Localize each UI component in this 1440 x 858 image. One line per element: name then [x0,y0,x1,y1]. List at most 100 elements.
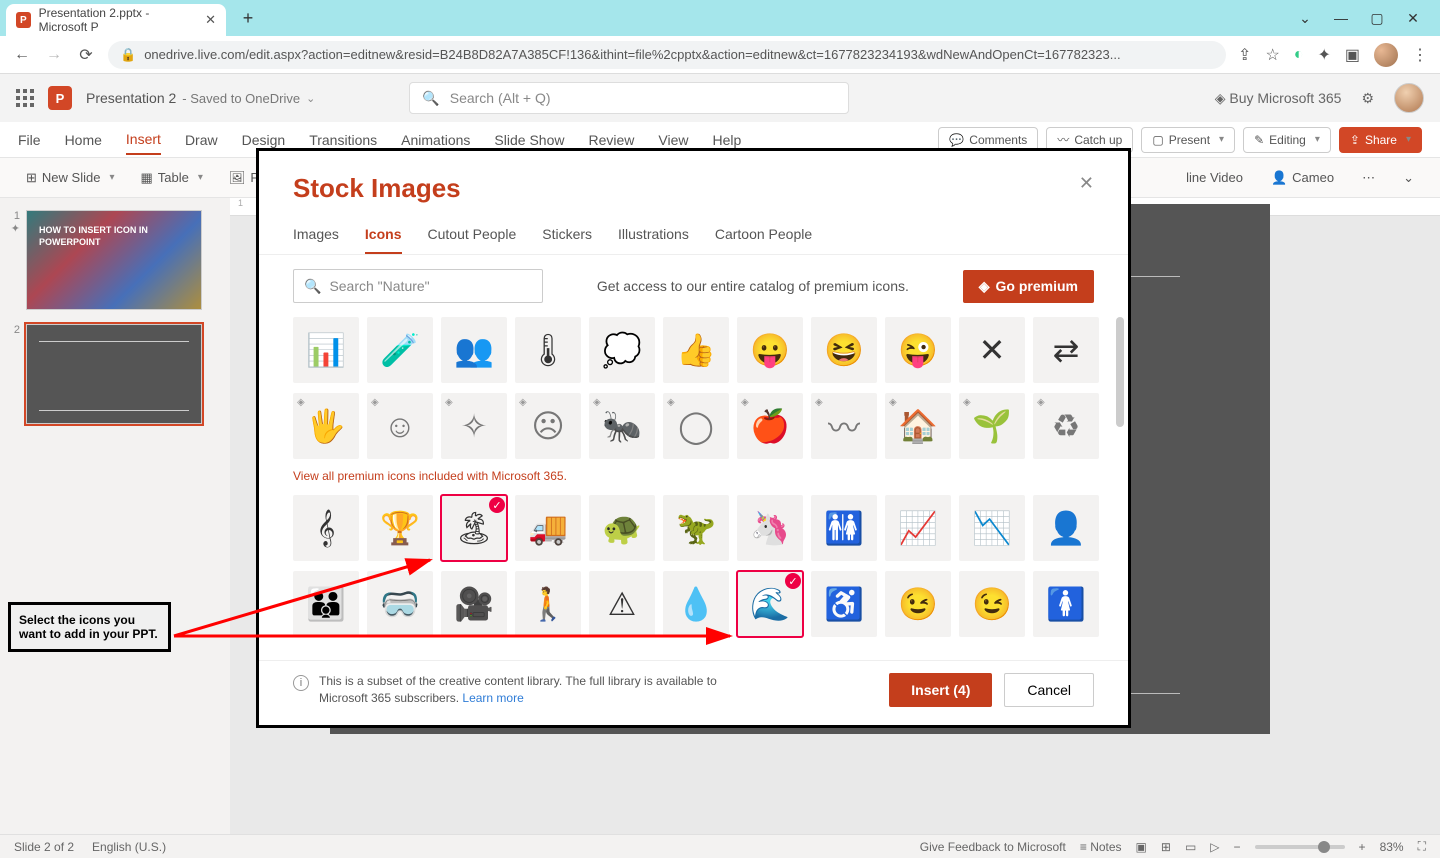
cancel-button[interactable]: Cancel [1004,673,1094,707]
extension-icon[interactable]: ◐ [1294,46,1304,64]
tab-insert[interactable]: Insert [126,125,161,155]
cameo-button[interactable]: 👤 Cameo [1263,166,1342,190]
icon-tile-audience[interactable]: 👥 [441,317,507,383]
more-options-icon[interactable]: ⋯ [1354,166,1383,190]
icon-tile-people-access[interactable]: 🚻 [811,495,877,561]
icon-tile-thumbs-up[interactable]: 👍 [663,317,729,383]
icon-tile-wink-solid[interactable]: 😉 [885,571,951,637]
tab-home[interactable]: Home [65,126,102,154]
icon-tile-dinosaur[interactable]: 🦖 [663,495,729,561]
zoom-out-icon[interactable]: − [1234,840,1241,854]
table-button[interactable]: ▦ Table [132,166,210,190]
online-video-button[interactable]: line Video [1178,166,1251,189]
icon-tile-bug[interactable]: 🐜 [589,393,655,459]
icon-tile-aperture[interactable]: ◯ [663,393,729,459]
present-button[interactable]: ▢ Present [1141,127,1235,153]
search-input[interactable]: 🔍 Search (Alt + Q) [409,82,849,114]
collapse-ribbon-icon[interactable]: ⌄ [1395,166,1422,190]
icon-tile-unicorn[interactable]: 🦄 [737,495,803,561]
icon-tile-person[interactable]: 👤 [1033,495,1099,561]
icon-tile-apple[interactable]: 🍎 [737,393,803,459]
dialog-tab-cutout-people[interactable]: Cutout People [428,220,517,254]
icon-tile-test-tubes[interactable]: 🧪 [367,317,433,383]
app-launcher-icon[interactable] [16,89,34,107]
reload-button[interactable]: ⟳ [76,45,96,65]
icon-tile-sad-face[interactable]: ☹ [515,393,581,459]
icon-tile-tongue-face[interactable]: 😛 [737,317,803,383]
icon-tile-treble-clef[interactable]: 𝄞 [293,495,359,561]
chevron-down-icon[interactable]: ⌄ [1296,10,1314,27]
buy-microsoft-link[interactable]: ◈ Buy Microsoft 365 [1215,90,1342,107]
icon-tile-wink-face[interactable]: 😜 [885,317,951,383]
share-button[interactable]: ⇪ Share [1339,127,1422,153]
maximize-window-icon[interactable]: ▢ [1368,10,1386,27]
icon-tile-truck[interactable]: 🚚 [515,495,581,561]
icon-tile-woman[interactable]: 🚺 [1033,571,1099,637]
icon-tile-camera[interactable]: 🎥 [441,571,507,637]
icon-tile-line-chart[interactable]: 📈 [885,495,951,561]
gear-icon[interactable]: ⚙ [1361,90,1374,107]
icon-tile-turtle[interactable]: 🐢 [589,495,655,561]
icon-tile-trend-chart[interactable]: 📉 [959,495,1025,561]
puzzle-extensions-icon[interactable]: ✦ [1317,45,1330,65]
icon-tile-hand-fish[interactable]: 🖐 [293,393,359,459]
icon-tile-wink-outline[interactable]: 😉 [959,571,1025,637]
zoom-slider[interactable] [1255,845,1345,849]
language-indicator[interactable]: English (U.S.) [92,840,166,854]
icon-tile-wheelchair[interactable]: ♿ [811,571,877,637]
icon-tile-group[interactable]: 👪 [293,571,359,637]
tab-file[interactable]: File [18,126,41,154]
normal-view-icon[interactable]: ▣ [1136,840,1147,854]
dialog-tab-images[interactable]: Images [293,220,339,254]
forward-button[interactable]: → [44,46,64,64]
notes-toggle[interactable]: ≡ Notes [1080,840,1122,854]
icon-tile-zigzag[interactable]: 〰 [811,393,877,459]
scrollbar[interactable] [1116,317,1124,660]
sorter-view-icon[interactable]: ⊞ [1161,840,1171,854]
icon-tile-house-chart[interactable]: 🏠 [885,393,951,459]
close-window-icon[interactable]: ✕ [1404,10,1422,27]
browser-profile-avatar[interactable] [1374,43,1398,67]
dialog-tab-illustrations[interactable]: Illustrations [618,220,689,254]
icon-tile-wave[interactable]: 🌊 [737,571,803,637]
close-tab-icon[interactable]: ✕ [205,12,216,28]
back-button[interactable]: ← [12,46,32,64]
close-dialog-icon[interactable]: ✕ [1079,173,1094,204]
icon-tile-tools-cross[interactable]: ✕ [959,317,1025,383]
icon-tile-warning[interactable]: ⚠ [589,571,655,637]
minimize-window-icon[interactable]: — [1332,10,1350,27]
url-input[interactable]: 🔒 onedrive.live.com/edit.aspx?action=edi… [108,41,1226,69]
user-avatar[interactable] [1394,83,1424,113]
slideshow-view-icon[interactable]: ▷ [1210,840,1219,854]
browser-tab[interactable]: P Presentation 2.pptx - Microsoft P ✕ [6,4,226,36]
editing-button[interactable]: ✎ Editing [1243,127,1331,153]
icon-tile-recycle[interactable]: ♻ [1033,393,1099,459]
go-premium-button[interactable]: ◈ Go premium [963,270,1094,303]
feedback-link[interactable]: Give Feedback to Microsoft [920,840,1066,854]
insert-button[interactable]: Insert (4) [889,673,992,707]
share-url-icon[interactable]: ⇪ [1238,45,1251,65]
zoom-level[interactable]: 83% [1380,840,1404,854]
icon-tile-compress[interactable]: ✧ [441,393,507,459]
icon-tile-thermometer[interactable]: 🌡 [515,317,581,383]
tab-draw[interactable]: Draw [185,126,218,154]
reading-view-icon[interactable]: ▭ [1185,840,1196,854]
side-panel-icon[interactable]: ▣ [1345,45,1360,65]
icon-tile-droplet[interactable]: 💧 [663,571,729,637]
document-title[interactable]: Presentation 2 - Saved to OneDrive ⌄ [86,90,315,106]
icon-search-input[interactable]: 🔍 Search "Nature" [293,269,543,303]
dialog-tab-cartoon-people[interactable]: Cartoon People [715,220,812,254]
icon-tile-swap-arrows[interactable]: ⇄ [1033,317,1099,383]
icon-tile-trophy[interactable]: 🏆 [367,495,433,561]
slide-thumbnail-2[interactable] [26,324,202,424]
icon-tile-palm-island[interactable]: 🏝 [441,495,507,561]
icon-tile-laughing-face[interactable]: 😆 [811,317,877,383]
dialog-tab-stickers[interactable]: Stickers [542,220,592,254]
icon-tile-smiley[interactable]: ☺ [367,393,433,459]
icon-tile-thought-cloud[interactable]: 💭 [589,317,655,383]
new-slide-button[interactable]: ⊞ New Slide [18,166,122,190]
icon-tile-presentation[interactable]: 📊 [293,317,359,383]
slide-thumbnail-1[interactable]: HOW TO INSERT ICON IN POWERPOINT [26,210,202,310]
zoom-in-icon[interactable]: + [1359,840,1366,854]
icon-tile-walking[interactable]: 🚶 [515,571,581,637]
